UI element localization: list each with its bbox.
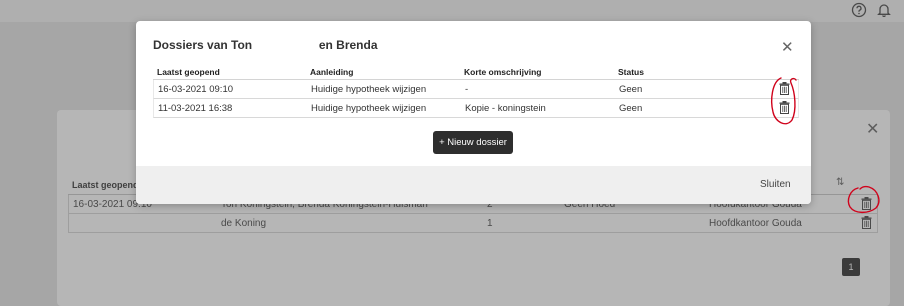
col-reason: Aanleiding [310,67,354,77]
col-description: Korte omschrijving [464,67,542,77]
modal-footer: Sluiten [136,166,811,204]
close-button[interactable]: Sluiten [760,179,791,190]
cell-status: Geen [619,103,643,114]
dossiers-modal: Dossiers van Ton en Brenda ✕ Laatst geop… [136,21,811,204]
cell-date: 16-03-2021 09:10 [158,84,234,95]
cell-date: 11-03-2021 16:38 [158,103,233,114]
cell-reason: Huidige hypotheek wijzigen [311,103,427,114]
dossiers-table: Laatst geopend Aanleiding Korte omschrij… [153,65,799,118]
cell-status: Geen [619,84,643,95]
trash-icon[interactable] [779,101,790,114]
cell-reason: Huidige hypotheek wijzigen [311,84,427,95]
new-dossier-button[interactable]: + Nieuw dossier [433,131,513,154]
table-row[interactable]: 16-03-2021 09:10 Huidige hypotheek wijzi… [153,80,799,99]
trash-icon[interactable] [779,82,790,95]
col-last-opened: Laatst geopend [157,67,220,77]
table-header: Laatst geopend Aanleiding Korte omschrij… [153,65,799,80]
cell-description: - [465,84,469,95]
col-status: Status [618,67,644,77]
cell-description: Kopie - koningstein [465,103,546,114]
modal-title: Dossiers van Ton en Brenda [153,38,378,52]
table-row[interactable]: 11-03-2021 16:38 Huidige hypotheek wijzi… [153,99,799,118]
close-icon[interactable]: ✕ [781,40,794,55]
